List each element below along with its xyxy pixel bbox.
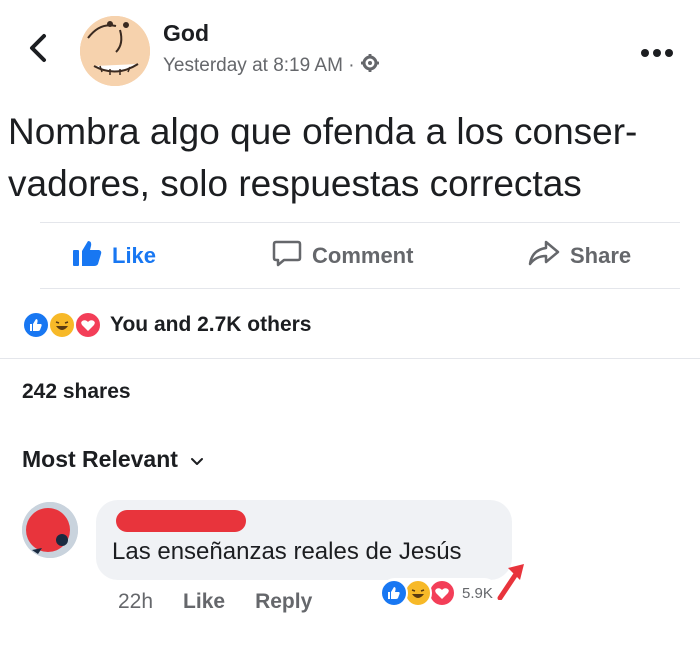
divider [0,358,700,359]
like-reaction-icon [380,579,408,607]
haha-reaction-icon [404,579,432,607]
love-reaction-icon [74,311,102,339]
post-timestamp[interactable]: Yesterday at 8:19 AM · [163,55,355,77]
gear-icon [360,53,380,78]
post-text-line: Nombra algo que ofenda a los conser- [8,111,638,152]
post-header: God Yesterday at 8:19 AM · [0,0,700,100]
commenter-avatar[interactable] [22,502,78,558]
reactions-count: You and 2.7K others [110,313,312,336]
share-label: Share [570,243,632,268]
more-options-icon[interactable] [640,32,674,66]
comment-text: Las enseñanzas reales de Jesús [112,538,462,565]
comment-sort-dropdown[interactable]: Most Relevant [22,446,204,473]
share-button[interactable]: Share [528,224,631,288]
post-meta: Yesterday at 8:19 AM · [163,53,380,78]
comment-reactions[interactable]: 5.9K [380,578,499,608]
love-reaction-icon [428,579,456,607]
reactions-summary[interactable]: You and 2.7K others [22,309,311,341]
haha-reaction-icon [48,311,76,339]
comment-reaction-count: 5.9K [462,584,493,602]
divider [40,222,680,223]
red-arrow-annotation [494,560,528,601]
redacted-commenter-name [116,510,246,532]
comment-button[interactable]: Comment [272,224,413,288]
thumbs-up-icon [72,239,102,273]
comment-reply-link[interactable]: Reply [255,590,312,614]
comment-like-link[interactable]: Like [183,590,225,614]
author-name[interactable]: God [163,20,209,47]
action-bar: Like Comment Share [0,224,700,288]
divider [40,288,680,289]
comment-label: Comment [312,243,414,268]
speech-bubble-icon [272,239,302,273]
comment-meta: 22h Like Reply [118,588,342,616]
comment-time[interactable]: 22h [118,590,153,614]
author-avatar[interactable] [80,16,150,86]
chevron-down-icon [190,446,204,473]
back-arrow-icon[interactable] [24,28,54,68]
like-reaction-icon [22,311,50,339]
reaction-icons [22,311,104,339]
shares-count[interactable]: 242 shares [22,380,131,404]
share-arrow-icon [528,239,560,273]
comment-reaction-icons [380,579,460,607]
post-text-line: vadores, solo respuestas correctas [8,163,582,204]
like-button[interactable]: Like [72,224,156,288]
post-text: Nombra algo que ofenda a los conser- vad… [8,106,694,210]
like-label: Like [112,243,157,268]
sort-label: Most Relevant [22,446,178,472]
